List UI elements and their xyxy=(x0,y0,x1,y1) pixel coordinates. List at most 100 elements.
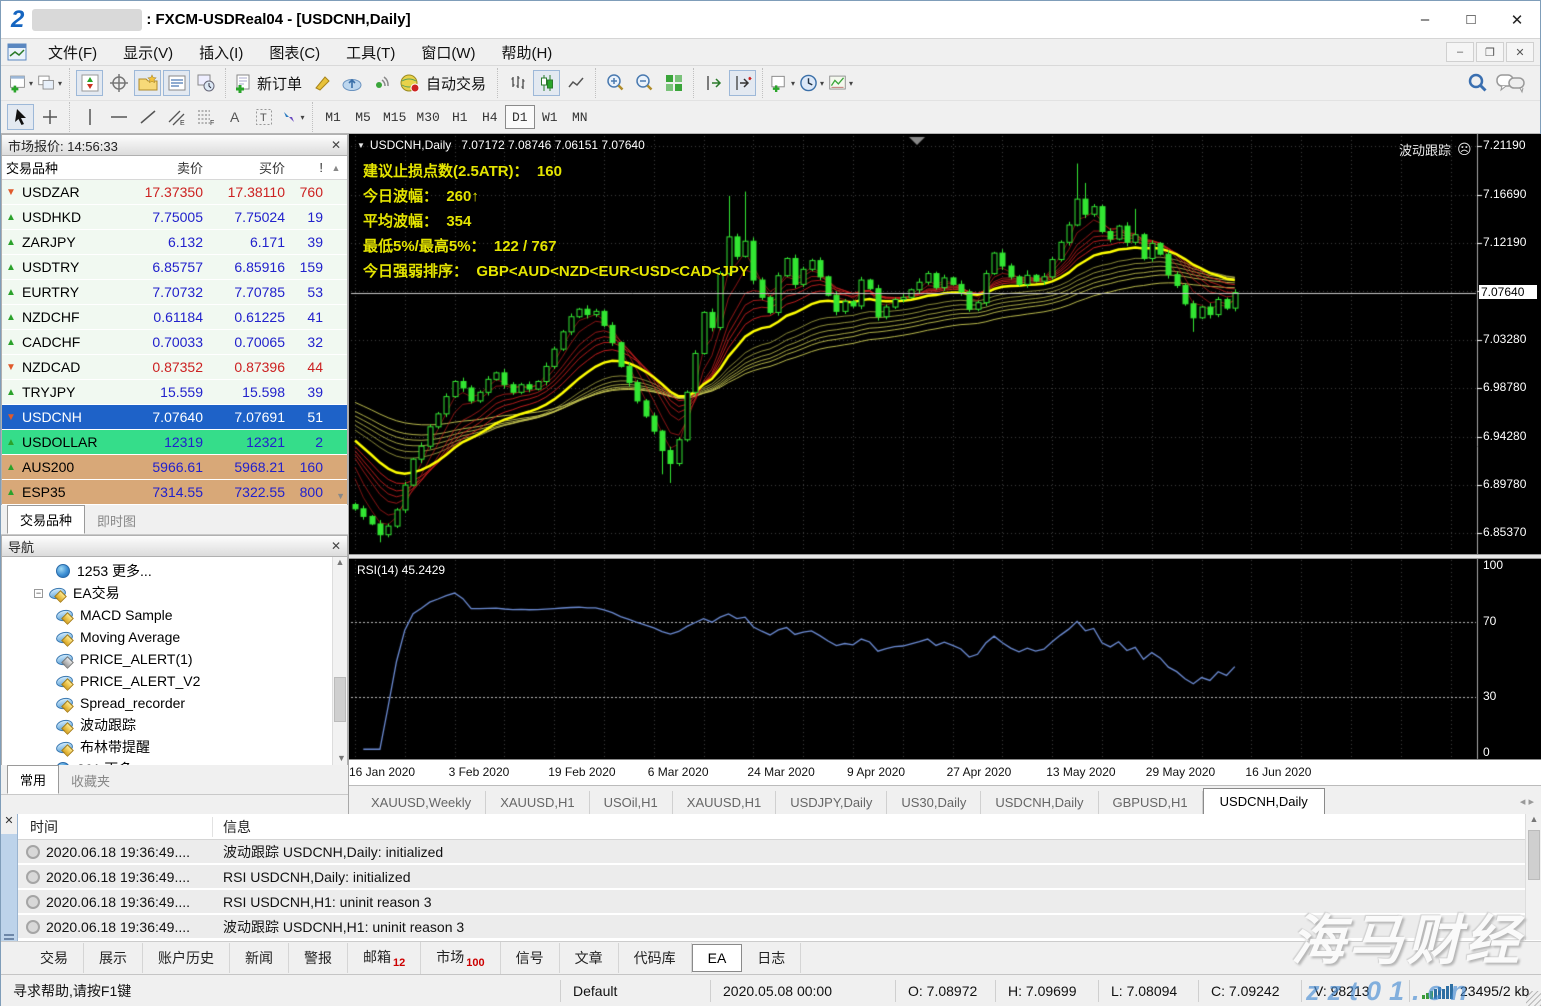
timeframe-m30-button[interactable]: M30 xyxy=(411,105,444,129)
terminal-tab-日志[interactable]: 日志 xyxy=(742,943,802,973)
col-symbol[interactable]: 交易品种 xyxy=(2,158,127,177)
market-watch-tab-即时图[interactable]: 即时图 xyxy=(85,507,148,534)
strategy-tester-button[interactable] xyxy=(192,70,219,96)
market-watch-close-icon[interactable]: ✕ xyxy=(331,138,341,152)
cursor-tool-button[interactable] xyxy=(7,104,34,130)
periods-button[interactable]: ▾ xyxy=(798,70,825,96)
col-sell[interactable]: 卖价 xyxy=(127,158,209,177)
terminal-toggle-button[interactable] xyxy=(163,70,190,96)
navigator-item[interactable]: Spread_recorder xyxy=(2,692,347,714)
market-row-tryjpy[interactable]: ▲ TRYJPY 15.559 15.598 39 xyxy=(2,380,347,405)
terminal-tab-信号[interactable]: 信号 xyxy=(501,943,560,973)
market-row-zarjpy[interactable]: ▲ ZARJPY 6.132 6.171 39 xyxy=(2,230,347,255)
shapes-tool-button[interactable]: ▾ xyxy=(279,104,306,130)
timeframe-h4-button[interactable]: H4 xyxy=(475,105,505,129)
menu-item-insert[interactable]: 插入(I) xyxy=(186,42,256,65)
menu-item-charts[interactable]: 图表(C) xyxy=(256,42,333,65)
crosshair-tool-button[interactable] xyxy=(36,104,63,130)
child-close-button[interactable]: ✕ xyxy=(1506,42,1534,62)
tree-collapse-icon[interactable]: − xyxy=(34,588,43,598)
timeframe-m15-button[interactable]: M15 xyxy=(378,105,411,129)
new-order-label[interactable]: 新订单 xyxy=(257,73,302,94)
log-row[interactable]: 2020.06.18 19:36:49.... 波动跟踪 USDCNH,H1: u… xyxy=(18,915,1525,940)
menu-item-tools[interactable]: 工具(T) xyxy=(333,42,408,65)
navigator-item[interactable]: PRICE_ALERT(1) xyxy=(2,648,347,670)
autotrade-button[interactable] xyxy=(396,70,423,96)
main-chart-canvas[interactable] xyxy=(349,134,1541,785)
pane-splitter[interactable] xyxy=(349,554,1541,559)
terminal-tab-交易[interactable]: 交易 xyxy=(25,943,84,973)
log-row[interactable]: 2020.06.18 19:36:49.... RSI USDCNH,Daily:… xyxy=(18,865,1525,890)
terminal-tab-EA[interactable]: EA xyxy=(691,944,743,972)
order-arrow-button[interactable] xyxy=(309,70,336,96)
market-watch-tab-交易品种[interactable]: 交易品种 xyxy=(7,505,86,534)
terminal-tab-警报[interactable]: 警报 xyxy=(289,943,348,973)
terminal-tab-文章[interactable]: 文章 xyxy=(560,943,619,973)
horizontal-line-tool-button[interactable] xyxy=(105,104,132,130)
chart-shift-button[interactable] xyxy=(729,70,757,96)
close-button[interactable]: ✕ xyxy=(1494,5,1540,35)
market-row-aus200[interactable]: ▲ AUS200 5966.61 5968.21 160 xyxy=(2,455,347,480)
timeframe-w1-button[interactable]: W1 xyxy=(535,105,565,129)
navigator-item[interactable]: MACD Sample xyxy=(2,604,347,626)
market-row-nzdcad[interactable]: ▼ NZDCAD 0.87352 0.87396 44 xyxy=(2,355,347,380)
navigator-item[interactable]: 波动跟踪 xyxy=(2,714,347,736)
chart-tab-scroll-arrows[interactable]: ◂ ▸ xyxy=(1520,795,1534,814)
market-row-usdzar[interactable]: ▼ USDZAR 17.37350 17.38110 760 xyxy=(2,180,347,205)
terminal-tab-新闻[interactable]: 新闻 xyxy=(230,943,289,973)
terminal-close-icon[interactable]: ✕ xyxy=(1,814,17,834)
navigator-close-icon[interactable]: ✕ xyxy=(331,539,341,553)
terminal-tab-账户历史[interactable]: 账户历史 xyxy=(143,943,230,973)
child-minimize-button[interactable]: – xyxy=(1446,42,1474,62)
search-button[interactable] xyxy=(1464,70,1491,96)
chart-tab-USDJPY-Daily[interactable]: USDJPY,Daily xyxy=(776,791,888,814)
menu-item-view[interactable]: 显示(V) xyxy=(110,42,186,65)
vertical-line-tool-button[interactable] xyxy=(76,104,103,130)
market-row-cadchf[interactable]: ▲ CADCHF 0.70033 0.70065 32 xyxy=(2,330,347,355)
publish-button[interactable] xyxy=(338,70,365,96)
market-row-nzdchf[interactable]: ▲ NZDCHF 0.61184 0.61225 41 xyxy=(2,305,347,330)
resize-grip[interactable] xyxy=(1526,991,1541,1006)
market-row-usdollar[interactable]: ▲ USDOLLAR 12319 12321 2 xyxy=(2,430,347,455)
data-window-button[interactable] xyxy=(105,70,132,96)
date-axis[interactable]: 16 Jan 2020 3 Feb 2020 19 Feb 2020 6 Mar 20… xyxy=(349,759,1541,785)
navigator-item[interactable]: Moving Average xyxy=(2,626,347,648)
templates-button[interactable]: ▾ xyxy=(769,70,796,96)
market-row-usdtry[interactable]: ▲ USDTRY 6.85757 6.85916 159 xyxy=(2,255,347,280)
market-watch-scroll-up[interactable]: ▲ xyxy=(328,163,344,173)
profiles-button[interactable]: ▾ xyxy=(36,70,63,96)
market-row-esp35[interactable]: ▲ ESP35 7314.55 7322.55 800 xyxy=(2,480,347,505)
timeframe-mn-button[interactable]: MN xyxy=(565,105,595,129)
terminal-tab-展示[interactable]: 展示 xyxy=(84,943,143,973)
terminal-tab-代码库[interactable]: 代码库 xyxy=(619,943,692,973)
text-tool-button[interactable]: A xyxy=(221,104,248,130)
navigator-item[interactable]: 1253 更多... xyxy=(2,560,347,582)
chart-tab-USDCNH-Daily[interactable]: USDCNH,Daily xyxy=(1202,788,1325,814)
col-time[interactable]: 时间 xyxy=(18,816,213,837)
fibonacci-tool-button[interactable]: F xyxy=(192,104,219,130)
label-tool-button[interactable]: T xyxy=(250,104,277,130)
market-watch-scroll-down[interactable]: ▼ xyxy=(336,491,345,501)
navigator-item[interactable]: 361 更多... xyxy=(2,758,347,765)
log-row[interactable]: 2020.06.18 19:36:49.... RSI USDCNH,H1: un… xyxy=(18,890,1525,915)
market-row-usdcnh[interactable]: ▼ USDCNH 7.07640 7.07691 51 xyxy=(2,405,347,430)
signals-button[interactable] xyxy=(367,70,394,96)
timeframe-m5-button[interactable]: M5 xyxy=(348,105,378,129)
chart-tab-USOil-H1[interactable]: USOil,H1 xyxy=(590,791,673,814)
terminal-tab-邮箱[interactable]: 邮箱 12 xyxy=(348,942,422,974)
candle-chart-mode-button[interactable] xyxy=(533,70,561,96)
timeframe-d1-button[interactable]: D1 xyxy=(504,105,535,129)
chart-tab-US30-Daily[interactable]: US30,Daily xyxy=(887,791,982,814)
chart-dropdown-icon[interactable]: ▼ xyxy=(357,141,365,150)
maximize-button[interactable]: □ xyxy=(1448,5,1494,35)
chart-tab-XAUUSD-H1[interactable]: XAUUSD,H1 xyxy=(486,791,590,814)
market-watch-toggle-button[interactable] xyxy=(76,70,103,96)
navigator-item[interactable]: − EA交易 xyxy=(2,582,347,604)
navigator-scrollbar[interactable]: ▲ ▼ xyxy=(332,557,347,765)
terminal-tab-市场[interactable]: 市场 100 xyxy=(421,942,501,974)
timeframe-m1-button[interactable]: M1 xyxy=(318,105,348,129)
menu-item-window[interactable]: 窗口(W) xyxy=(408,42,488,65)
col-spread[interactable]: ! xyxy=(291,160,328,175)
navigator-tab-常用[interactable]: 常用 xyxy=(7,765,60,794)
navigator-item[interactable]: 布林带提醒 xyxy=(2,736,347,758)
